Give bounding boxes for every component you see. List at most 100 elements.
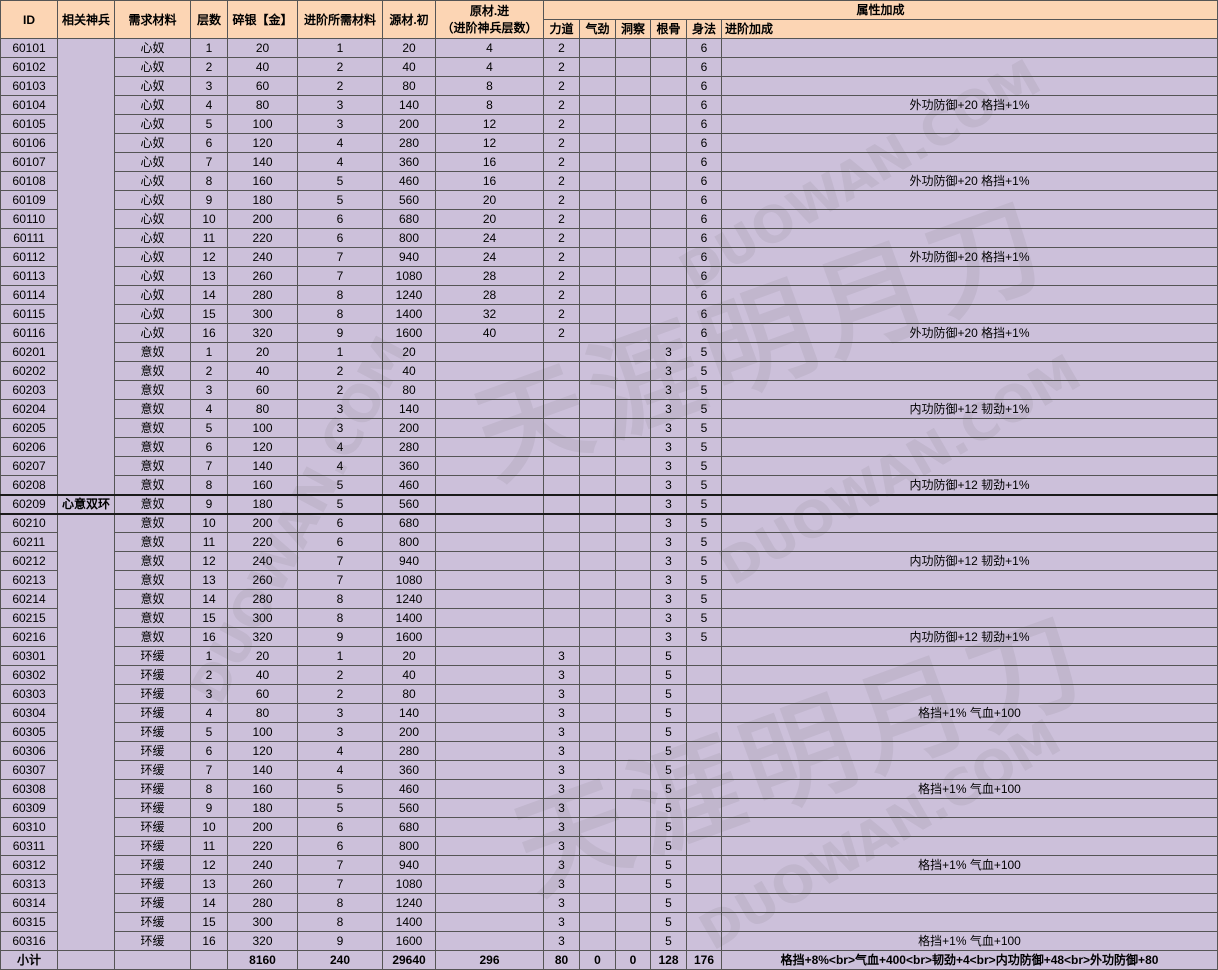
source-initial-cell: 80 xyxy=(382,380,436,400)
agility-cell xyxy=(686,836,722,856)
weapon-cell xyxy=(57,665,115,685)
agility-cell: 6 xyxy=(686,57,722,77)
source-initial-cell: 140 xyxy=(382,703,436,723)
agility-cell xyxy=(686,798,722,818)
adv-material-cell: 1 xyxy=(297,342,383,362)
weapon-cell xyxy=(57,380,115,400)
weapon-cell: 心意双环 xyxy=(57,493,115,515)
table-row: 60109 心奴 9 180 5 560 20 2 6 xyxy=(0,190,1218,210)
material-cell: 心奴 xyxy=(114,228,191,248)
insight-cell xyxy=(615,532,651,552)
weapon-cell xyxy=(57,684,115,704)
qi-cell xyxy=(579,855,616,875)
source-initial-cell: 1240 xyxy=(382,285,436,305)
level-cell: 10 xyxy=(190,209,228,229)
weapon-cell xyxy=(57,361,115,381)
material-cell: 心奴 xyxy=(114,114,191,134)
strength-cell: 3 xyxy=(543,741,580,761)
source-initial-cell: 140 xyxy=(382,95,436,115)
bone-cell xyxy=(650,95,687,115)
agility-cell: 5 xyxy=(686,475,722,495)
insight-cell xyxy=(615,133,651,153)
silver-cell: 240 xyxy=(227,551,298,571)
insight-cell xyxy=(615,380,651,400)
source-initial-cell: 360 xyxy=(382,456,436,476)
adv-material-cell: 2 xyxy=(297,665,383,685)
insight-cell xyxy=(615,874,651,894)
silver-cell: 60 xyxy=(227,380,298,400)
strength-cell: 2 xyxy=(543,323,580,343)
bone-cell xyxy=(650,171,687,191)
source-initial-cell: 1080 xyxy=(382,874,436,894)
header-row-1: ID 相关神兵 需求材料 层数 碎银【金】 进阶所需材料 源材.初 原材.进 （… xyxy=(0,0,1218,39)
agility-cell: 5 xyxy=(686,570,722,590)
level-cell: 13 xyxy=(190,266,228,286)
insight-cell xyxy=(615,912,651,932)
qi-cell xyxy=(579,741,616,761)
adv-bonus-cell xyxy=(721,57,1218,77)
level-cell: 14 xyxy=(190,285,228,305)
insight-cell xyxy=(615,836,651,856)
source-initial-cell: 1240 xyxy=(382,893,436,913)
data-table: ID 相关神兵 需求材料 层数 碎银【金】 进阶所需材料 源材.初 原材.进 （… xyxy=(0,0,1218,970)
id-cell: 60307 xyxy=(0,760,58,780)
material-cell: 意奴 xyxy=(114,361,191,381)
id-cell: 60315 xyxy=(0,912,58,932)
id-cell: 60104 xyxy=(0,95,58,115)
bone-cell xyxy=(650,76,687,96)
level-cell: 7 xyxy=(190,456,228,476)
silver-cell: 160 xyxy=(227,779,298,799)
insight-cell xyxy=(615,418,651,438)
level-cell: 2 xyxy=(190,57,228,77)
strength-cell: 2 xyxy=(543,285,580,305)
bone-cell: 3 xyxy=(650,475,687,495)
level-cell: 6 xyxy=(190,741,228,761)
table-row: 60203 意奴 3 60 2 80 3 5 xyxy=(0,380,1218,400)
material-cell: 意奴 xyxy=(114,589,191,609)
adv-material-cell: 3 xyxy=(297,722,383,742)
weapon-cell xyxy=(57,285,115,305)
id-cell: 60109 xyxy=(0,190,58,210)
bone-cell: 5 xyxy=(650,760,687,780)
bone-cell: 3 xyxy=(650,570,687,590)
source-initial-cell: 460 xyxy=(382,171,436,191)
source-advanced-cell xyxy=(435,361,544,381)
silver-cell: 100 xyxy=(227,114,298,134)
level-cell: 13 xyxy=(190,570,228,590)
level-cell: 16 xyxy=(190,931,228,951)
weapon-cell xyxy=(57,209,115,229)
qi-cell xyxy=(579,513,616,533)
strength-cell xyxy=(543,589,580,609)
table-row: 60115 心奴 15 300 8 1400 32 2 6 xyxy=(0,304,1218,324)
source-initial-cell: 280 xyxy=(382,741,436,761)
level-cell: 5 xyxy=(190,722,228,742)
adv-material-cell: 7 xyxy=(297,855,383,875)
id-cell: 60312 xyxy=(0,855,58,875)
source-advanced-cell: 16 xyxy=(435,152,544,172)
material-cell: 心奴 xyxy=(114,57,191,77)
source-initial-cell: 20 xyxy=(382,38,436,58)
source-initial-cell: 80 xyxy=(382,684,436,704)
agility-cell: 6 xyxy=(686,76,722,96)
level-cell: 6 xyxy=(190,437,228,457)
agility-cell: 5 xyxy=(686,608,722,628)
level-cell: 16 xyxy=(190,323,228,343)
adv-material-cell: 9 xyxy=(297,627,383,647)
level-cell: 3 xyxy=(190,76,228,96)
strength-cell xyxy=(543,380,580,400)
adv-bonus-cell xyxy=(721,342,1218,362)
level-cell: 12 xyxy=(190,855,228,875)
silver-cell: 140 xyxy=(227,760,298,780)
qi-cell xyxy=(579,570,616,590)
level-cell: 14 xyxy=(190,893,228,913)
insight-cell xyxy=(615,475,651,495)
source-initial-cell: 800 xyxy=(382,532,436,552)
bone-cell xyxy=(650,114,687,134)
strength-cell: 3 xyxy=(543,684,580,704)
adv-bonus-cell xyxy=(721,493,1218,515)
source-initial-cell: 940 xyxy=(382,855,436,875)
qi-cell xyxy=(579,95,616,115)
qi-cell xyxy=(579,304,616,324)
qi-cell xyxy=(579,190,616,210)
material-cell: 意奴 xyxy=(114,399,191,419)
